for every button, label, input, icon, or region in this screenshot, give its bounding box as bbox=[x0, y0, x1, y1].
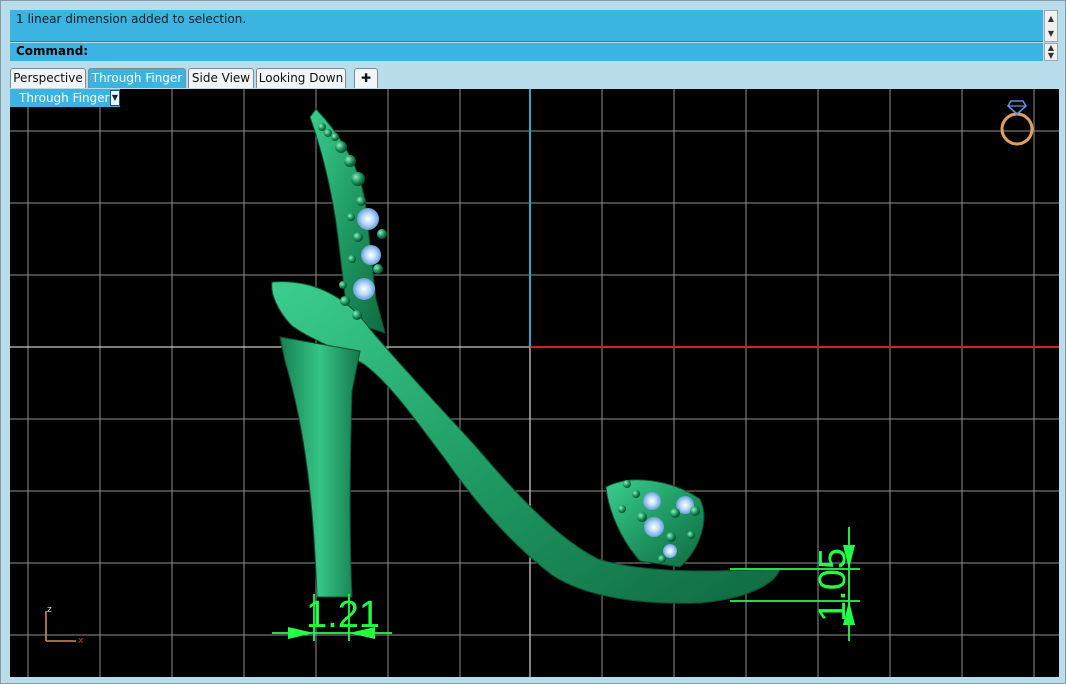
viewport-title-text: Through Finger bbox=[19, 91, 110, 105]
axis-x-label: x bbox=[78, 636, 84, 646]
tab-looking-down[interactable]: Looking Down bbox=[256, 68, 346, 88]
add-tab-button[interactable]: ✚ bbox=[354, 68, 378, 88]
axis-indicator-icon: z x bbox=[45, 605, 84, 646]
tab-label: Through Finger bbox=[91, 71, 183, 85]
tab-perspective[interactable]: Perspective bbox=[10, 68, 86, 88]
command-history: 1 linear dimension added to selection. bbox=[10, 10, 1043, 42]
dimension-value-vertical[interactable]: 1.05 bbox=[812, 548, 854, 622]
grid-major-lines bbox=[10, 346, 531, 677]
chevron-down-icon: ▼ bbox=[111, 93, 119, 102]
scroll-down-icon[interactable]: ▼ bbox=[1045, 26, 1057, 41]
viewport-menu-dropdown[interactable]: ▼ bbox=[110, 90, 120, 106]
plus-icon: ✚ bbox=[360, 71, 372, 85]
tab-label: Side View bbox=[191, 71, 251, 85]
ring-widget-icon[interactable] bbox=[1000, 100, 1034, 146]
dimension-value-horizontal[interactable]: 1.21 bbox=[306, 594, 380, 636]
tab-side-view[interactable]: Side View bbox=[188, 68, 254, 88]
viewport-canvas[interactable]: 1.21 1.05 z x bbox=[10, 89, 1059, 677]
shoe-heel[interactable] bbox=[279, 336, 361, 598]
scroll-up-icon[interactable]: ▲ bbox=[1045, 11, 1057, 26]
command-spinner[interactable]: ▲ ▼ bbox=[1044, 43, 1058, 61]
command-line[interactable]: Command: bbox=[10, 43, 1043, 61]
command-prompt-label: Command: bbox=[16, 44, 89, 58]
grid-lines bbox=[10, 89, 1059, 677]
tab-through-finger[interactable]: Through Finger bbox=[88, 68, 186, 88]
spin-down-icon[interactable]: ▼ bbox=[1045, 52, 1057, 60]
history-scrollbar[interactable]: ▲ ▼ bbox=[1044, 10, 1058, 42]
viewport-title[interactable]: Through Finger bbox=[10, 89, 120, 107]
viewport-through-finger[interactable]: 1.21 1.05 z x Through Finger ▼ bbox=[10, 89, 1059, 677]
tab-label: Looking Down bbox=[258, 71, 344, 85]
shoe-model[interactable] bbox=[271, 108, 781, 604]
tab-label: Perspective bbox=[13, 71, 83, 85]
axis-z-label: z bbox=[47, 605, 52, 615]
command-history-text: 1 linear dimension added to selection. bbox=[16, 12, 247, 26]
viewport-tab-bar: Perspective Through Finger Side View Loo… bbox=[10, 67, 1059, 89]
rhino-window: 1 linear dimension added to selection. ▲… bbox=[0, 0, 1066, 684]
